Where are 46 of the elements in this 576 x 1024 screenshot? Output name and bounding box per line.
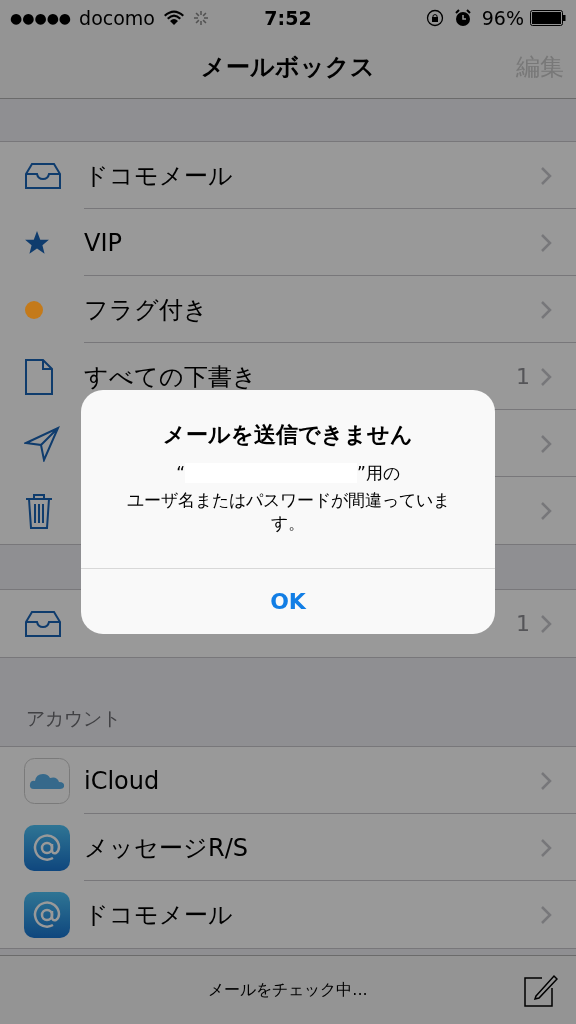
carrier-name: docomo	[79, 7, 155, 29]
chevron-icon	[540, 613, 552, 634]
open-quote: “	[176, 462, 185, 485]
alert-title: メールを送信できません	[163, 421, 413, 449]
battery-icon	[530, 10, 566, 26]
chevron-icon	[540, 232, 552, 253]
wifi-icon	[163, 10, 185, 26]
ok-button[interactable]: OK	[81, 568, 495, 634]
row-label: すべての下書き	[84, 361, 258, 393]
chevron-icon	[540, 770, 552, 791]
quote-suffix: ”用の	[357, 462, 400, 485]
row-label: VIP	[84, 228, 123, 257]
section-header: アカウント	[26, 706, 121, 731]
star-icon	[24, 229, 50, 256]
battery-percent: 96%	[481, 7, 524, 29]
signal-dots: ●●●●●	[10, 10, 72, 26]
rotation-lock-icon	[425, 9, 444, 27]
tray-icon	[24, 609, 62, 638]
chevron-icon	[540, 837, 552, 858]
unread-count: 1	[516, 611, 530, 636]
chevron-icon	[540, 433, 552, 454]
alert-message: ユーザ名またはパスワードが間違っています。	[125, 488, 451, 535]
chevron-icon	[540, 500, 552, 521]
document-icon	[24, 357, 54, 396]
row-label: メッセージR/S	[84, 832, 249, 864]
cloud-app-icon	[24, 757, 70, 804]
row-label: ドコモメール	[84, 160, 234, 192]
compose-icon[interactable]	[522, 972, 558, 1008]
trash-icon	[24, 491, 54, 530]
row-label: フラグ付き	[84, 294, 209, 326]
nav-title: メールボックス	[201, 52, 375, 83]
clock-time: 7:52	[264, 7, 312, 29]
at-sign-app-icon	[24, 824, 70, 871]
chevron-icon	[540, 299, 552, 320]
chevron-icon	[540, 904, 552, 925]
row-label: ドコモメール	[84, 899, 234, 931]
at-sign-app-icon	[24, 891, 70, 938]
chevron-icon	[540, 165, 552, 186]
paper-plane-icon	[24, 425, 60, 462]
tray-icon	[24, 161, 62, 190]
activity-spinner-icon	[193, 10, 209, 26]
checking-mail-status: メールをチェック中...	[208, 979, 368, 1001]
chevron-icon	[540, 366, 552, 387]
alarm-icon	[453, 9, 472, 27]
unread-count: 1	[516, 364, 530, 389]
row-label: iCloud	[84, 766, 161, 795]
